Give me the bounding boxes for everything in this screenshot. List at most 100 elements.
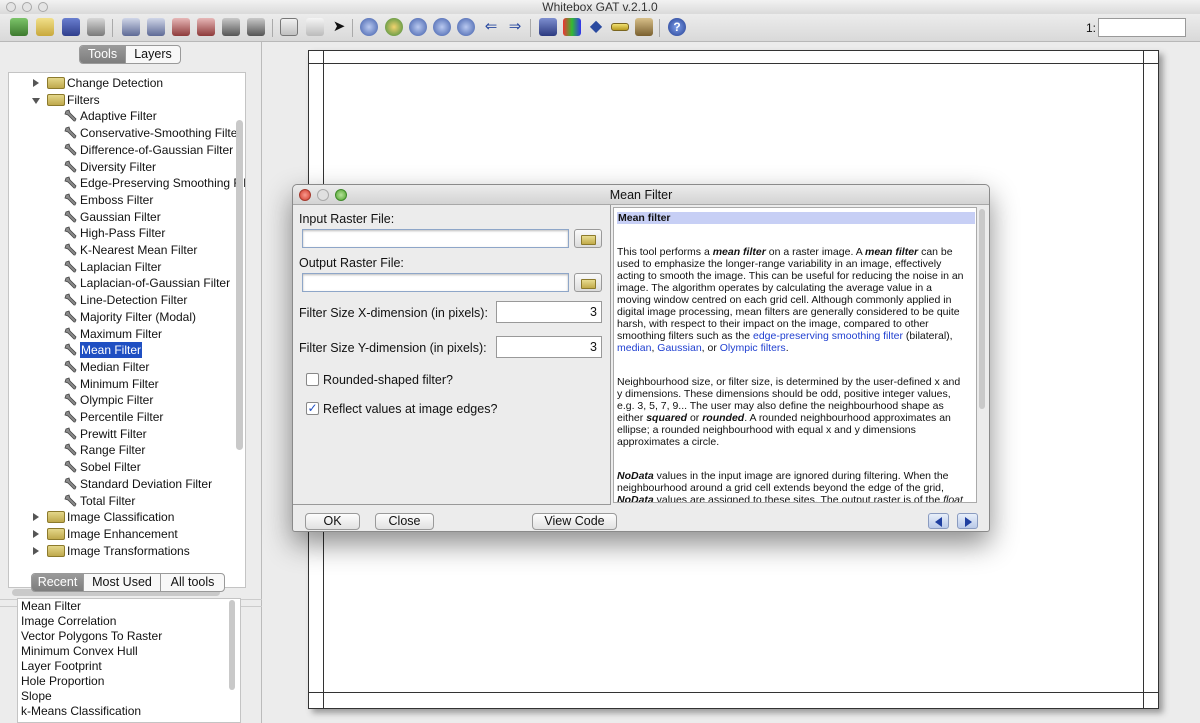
tree-tool-item[interactable]: Prewitt Filter bbox=[80, 426, 147, 442]
tree-tool-item[interactable]: Conservative-Smoothing Filter bbox=[80, 125, 241, 141]
tree-tool-item[interactable]: Line-Detection Filter bbox=[80, 292, 187, 308]
zoom-box-icon[interactable] bbox=[409, 18, 427, 36]
view-code-button[interactable]: View Code bbox=[532, 513, 617, 530]
previous-extent-icon[interactable]: ⇐ bbox=[482, 18, 500, 36]
tree-tool-item[interactable]: Edge-Preserving Smoothing Filt bbox=[80, 175, 245, 191]
tab-tools[interactable]: Tools bbox=[80, 46, 126, 63]
filter-y-input[interactable]: 3 bbox=[496, 336, 602, 358]
layers-stack-icon[interactable] bbox=[222, 18, 240, 36]
help-icon[interactable]: ? bbox=[668, 18, 686, 36]
layer-remove-icon[interactable] bbox=[147, 18, 165, 36]
ruler-icon[interactable] bbox=[611, 23, 629, 31]
tab-most-used[interactable]: Most Used bbox=[84, 574, 161, 591]
help-link[interactable]: Olympic filters bbox=[720, 342, 786, 354]
zoom-select-icon[interactable] bbox=[280, 18, 298, 36]
tree-tool-item[interactable]: Total Filter bbox=[80, 493, 135, 509]
tree-tool-item[interactable]: Gaussian Filter bbox=[80, 209, 161, 225]
help-link[interactable]: median bbox=[617, 342, 651, 354]
calculator-icon[interactable] bbox=[539, 18, 557, 36]
tree-tool-item[interactable]: Standard Deviation Filter bbox=[80, 476, 212, 492]
help-scrollbar[interactable] bbox=[979, 209, 985, 409]
dialog-close-icon[interactable] bbox=[299, 189, 311, 201]
tree-tool-item[interactable]: Median Filter bbox=[80, 359, 149, 375]
close-window-icon[interactable] bbox=[6, 2, 16, 12]
input-raster-field[interactable] bbox=[302, 229, 569, 248]
recent-tool-item[interactable]: Hole Proportion bbox=[18, 674, 240, 689]
output-open-button[interactable] bbox=[574, 273, 602, 292]
tree-tool-item[interactable]: Laplacian-of-Gaussian Filter bbox=[80, 275, 230, 291]
reflect-checkbox[interactable]: ✓ bbox=[306, 402, 319, 415]
tree-folder[interactable]: Image Enhancement bbox=[67, 526, 178, 542]
expand-icon[interactable] bbox=[33, 513, 39, 522]
vector-icon[interactable] bbox=[197, 18, 215, 36]
help-forward-button[interactable] bbox=[957, 513, 978, 529]
tree-tool-item[interactable]: Emboss Filter bbox=[80, 192, 153, 208]
recent-tool-item[interactable]: k-Means Classification bbox=[18, 704, 240, 719]
tree-tool-item[interactable]: Mean Filter bbox=[80, 342, 143, 359]
tree-tool-item[interactable]: Majority Filter (Modal) bbox=[80, 309, 196, 325]
tree-tool-item[interactable]: Adaptive Filter bbox=[80, 108, 157, 124]
scroll-icon[interactable] bbox=[635, 18, 653, 36]
rounded-checkbox[interactable] bbox=[306, 373, 319, 386]
tree-tool-item[interactable]: Difference-of-Gaussian Filter bbox=[80, 142, 233, 158]
pan-hand-icon[interactable] bbox=[306, 18, 324, 36]
palette-icon[interactable] bbox=[563, 18, 581, 36]
print-icon[interactable] bbox=[87, 18, 105, 36]
tree-tool-item[interactable]: Sobel Filter bbox=[80, 459, 141, 475]
tree-folder[interactable]: Image Classification bbox=[67, 509, 174, 525]
zoom-out-icon[interactable] bbox=[457, 18, 475, 36]
expand-icon[interactable] bbox=[33, 529, 39, 538]
minimize-window-icon[interactable] bbox=[22, 2, 32, 12]
recent-tool-item[interactable]: Vector Polygons To Raster bbox=[18, 629, 240, 644]
tree-tool-item[interactable]: Laplacian Filter bbox=[80, 259, 161, 275]
tree-tool-item[interactable]: Range Filter bbox=[80, 442, 145, 458]
tree-vertical-scrollbar[interactable] bbox=[236, 120, 243, 450]
close-button[interactable]: Close bbox=[375, 513, 434, 530]
output-raster-field[interactable] bbox=[302, 273, 569, 292]
recent-tool-item[interactable]: Slope bbox=[18, 689, 240, 704]
tree-folder[interactable]: Image Transformations bbox=[67, 543, 190, 559]
help-link[interactable]: edge-preserving smoothing filter bbox=[753, 330, 903, 342]
tab-layers[interactable]: Layers bbox=[126, 46, 180, 63]
filter-x-input[interactable]: 3 bbox=[496, 301, 602, 323]
recent-tool-item[interactable]: Mean Filter bbox=[18, 599, 240, 614]
tab-all-tools[interactable]: All tools bbox=[161, 574, 224, 591]
save-icon[interactable] bbox=[62, 18, 80, 36]
expand-icon[interactable] bbox=[33, 546, 39, 555]
tab-recent[interactable]: Recent bbox=[32, 574, 84, 591]
dialog-minimize-icon[interactable] bbox=[317, 189, 329, 201]
full-extent-icon[interactable] bbox=[385, 18, 403, 36]
tree-tool-item[interactable]: Olympic Filter bbox=[80, 392, 153, 408]
help-back-button[interactable] bbox=[928, 513, 949, 529]
tree-tool-item[interactable]: Minimum Filter bbox=[80, 376, 159, 392]
next-extent-icon[interactable]: ⇒ bbox=[506, 18, 524, 36]
tree-tool-item[interactable]: Percentile Filter bbox=[80, 409, 163, 425]
recent-tool-item[interactable]: Image Correlation bbox=[18, 614, 240, 629]
tree-tool-item[interactable]: Diversity Filter bbox=[80, 159, 156, 175]
tree-tool-item[interactable]: High-Pass Filter bbox=[80, 225, 165, 241]
recent-tool-item[interactable]: Layer Footprint bbox=[18, 659, 240, 674]
tree-folder[interactable]: Change Detection bbox=[67, 75, 163, 91]
recent-scrollbar[interactable] bbox=[229, 600, 235, 690]
scale-input[interactable] bbox=[1098, 18, 1186, 37]
input-open-button[interactable] bbox=[574, 229, 602, 248]
raster-icon[interactable] bbox=[172, 18, 190, 36]
pointer-icon[interactable]: ➤ bbox=[330, 18, 348, 36]
tree-folder[interactable]: Filters bbox=[67, 92, 100, 108]
zoom-in-icon[interactable] bbox=[360, 18, 378, 36]
tree-tool-item[interactable]: Maximum Filter bbox=[80, 326, 162, 342]
ok-button[interactable]: OK bbox=[305, 513, 360, 530]
tree-tool-item[interactable]: K-Nearest Mean Filter bbox=[80, 242, 197, 258]
expand-icon[interactable] bbox=[33, 79, 39, 87]
layer-add-icon[interactable] bbox=[122, 18, 140, 36]
dialog-zoom-icon[interactable] bbox=[335, 189, 347, 201]
zoom-layer-icon[interactable] bbox=[433, 18, 451, 36]
layers-stack-alt-icon[interactable] bbox=[247, 18, 265, 36]
diamond-icon[interactable]: ◆ bbox=[587, 18, 605, 36]
recent-tool-item[interactable]: Minimum Convex Hull bbox=[18, 644, 240, 659]
collapse-icon[interactable] bbox=[32, 97, 40, 104]
help-link[interactable]: Gaussian bbox=[657, 342, 701, 354]
open-folder-icon[interactable] bbox=[36, 18, 54, 36]
zoom-window-icon[interactable] bbox=[38, 2, 48, 12]
map-icon[interactable] bbox=[10, 18, 28, 36]
